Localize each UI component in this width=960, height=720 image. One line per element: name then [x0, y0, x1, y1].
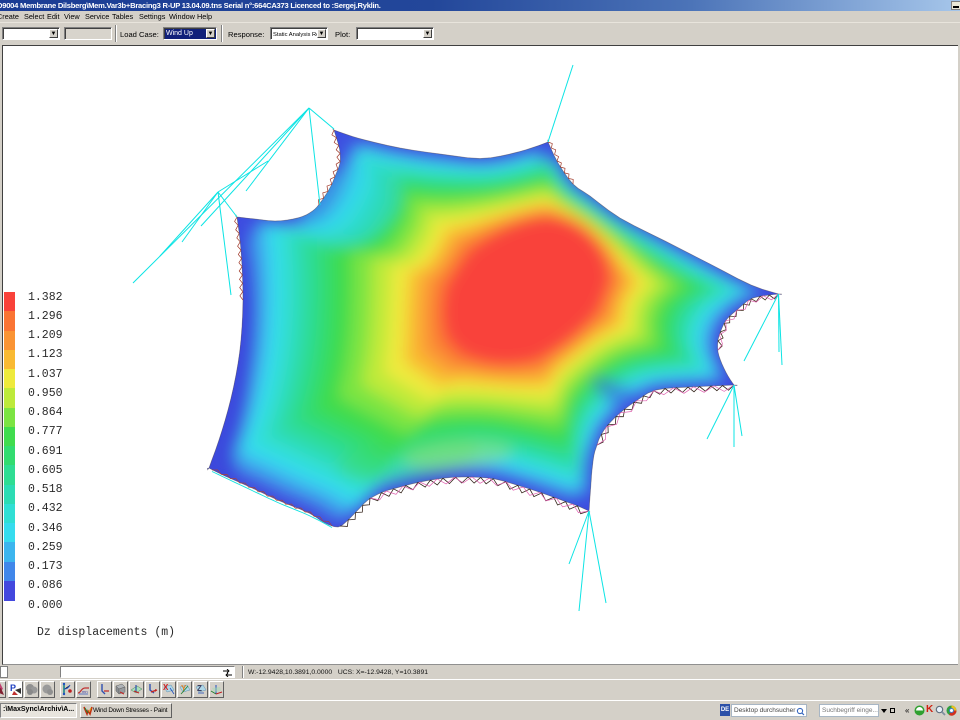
- svg-text:P: P: [10, 683, 16, 693]
- svg-text:Z: Z: [197, 684, 202, 693]
- svg-text:X: X: [163, 683, 169, 692]
- svg-text:mn: mn: [82, 689, 88, 694]
